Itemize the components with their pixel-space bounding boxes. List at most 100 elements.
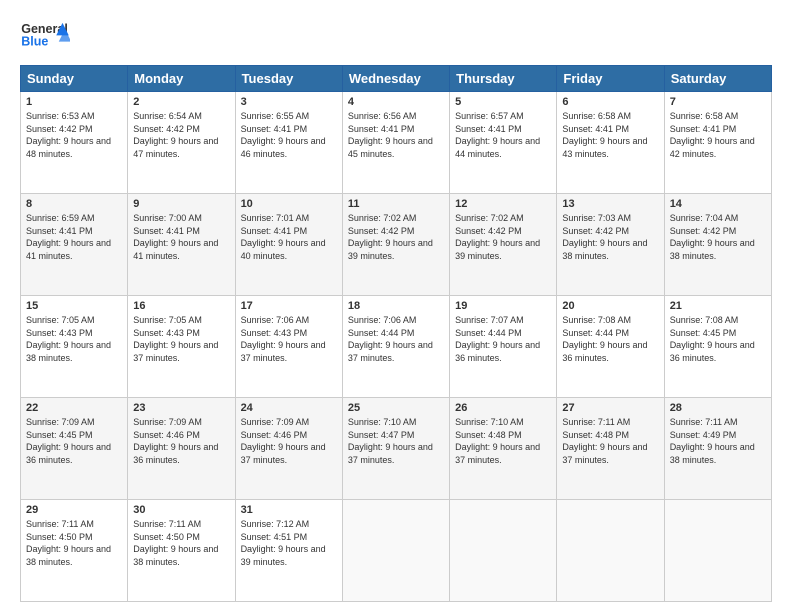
- day-info: Sunrise: 7:02 AMSunset: 4:42 PMDaylight:…: [455, 212, 551, 262]
- day-info: Sunrise: 7:11 AMSunset: 4:48 PMDaylight:…: [562, 416, 658, 466]
- day-info: Sunrise: 7:02 AMSunset: 4:42 PMDaylight:…: [348, 212, 444, 262]
- calendar-cell: 27 Sunrise: 7:11 AMSunset: 4:48 PMDayligh…: [557, 398, 664, 500]
- day-number: 19: [455, 300, 551, 312]
- day-info: Sunrise: 7:04 AMSunset: 4:42 PMDaylight:…: [670, 212, 766, 262]
- day-number: 13: [562, 198, 658, 210]
- weekday-sunday: Sunday: [21, 66, 128, 92]
- day-number: 22: [26, 402, 122, 414]
- day-number: 29: [26, 504, 122, 516]
- calendar-cell: 11 Sunrise: 7:02 AMSunset: 4:42 PMDayligh…: [342, 194, 449, 296]
- week-row-4: 22 Sunrise: 7:09 AMSunset: 4:45 PMDayligh…: [21, 398, 772, 500]
- day-number: 16: [133, 300, 229, 312]
- day-info: Sunrise: 7:12 AMSunset: 4:51 PMDaylight:…: [241, 518, 337, 568]
- day-info: Sunrise: 7:07 AMSunset: 4:44 PMDaylight:…: [455, 314, 551, 364]
- calendar-cell: 9Sunrise: 7:00 AMSunset: 4:41 PMDaylight…: [128, 194, 235, 296]
- calendar-cell: 19 Sunrise: 7:07 AMSunset: 4:44 PMDayligh…: [450, 296, 557, 398]
- calendar-cell: 25 Sunrise: 7:10 AMSunset: 4:47 PMDayligh…: [342, 398, 449, 500]
- day-number: 24: [241, 402, 337, 414]
- day-number: 28: [670, 402, 766, 414]
- header: General Blue: [20, 15, 772, 55]
- day-info: Sunrise: 7:08 AMSunset: 4:45 PMDaylight:…: [670, 314, 766, 364]
- day-number: 8: [26, 198, 122, 210]
- day-info: Sunrise: 6:58 AMSunset: 4:41 PMDaylight:…: [670, 110, 766, 160]
- day-number: 11: [348, 198, 444, 210]
- day-info: Sunrise: 7:09 AMSunset: 4:45 PMDaylight:…: [26, 416, 122, 466]
- calendar-cell: 3 Sunrise: 6:55 AMSunset: 4:41 PMDaylight…: [235, 92, 342, 194]
- day-info: Sunrise: 7:06 AMSunset: 4:44 PMDaylight:…: [348, 314, 444, 364]
- weekday-header-row: SundayMondayTuesdayWednesdayThursdayFrid…: [21, 66, 772, 92]
- calendar-cell: 5 Sunrise: 6:57 AMSunset: 4:41 PMDaylight…: [450, 92, 557, 194]
- day-number: 7: [670, 96, 766, 108]
- week-row-3: 15 Sunrise: 7:05 AMSunset: 4:43 PMDayligh…: [21, 296, 772, 398]
- day-info: Sunrise: 7:01 AMSunset: 4:41 PMDaylight:…: [241, 212, 337, 262]
- day-number: 26: [455, 402, 551, 414]
- day-number: 23: [133, 402, 229, 414]
- day-info: Sunrise: 6:55 AMSunset: 4:41 PMDaylight:…: [241, 110, 337, 160]
- day-number: 4: [348, 96, 444, 108]
- day-info: Sunrise: 7:00 AMSunset: 4:41 PMDaylight:…: [133, 212, 229, 262]
- calendar-cell: 20 Sunrise: 7:08 AMSunset: 4:44 PMDayligh…: [557, 296, 664, 398]
- day-info: Sunrise: 7:10 AMSunset: 4:48 PMDaylight:…: [455, 416, 551, 466]
- calendar-cell: [557, 500, 664, 602]
- weekday-monday: Monday: [128, 66, 235, 92]
- day-number: 21: [670, 300, 766, 312]
- day-number: 20: [562, 300, 658, 312]
- day-number: 5: [455, 96, 551, 108]
- weekday-thursday: Thursday: [450, 66, 557, 92]
- day-number: 27: [562, 402, 658, 414]
- day-info: Sunrise: 6:53 AMSunset: 4:42 PMDaylight:…: [26, 110, 122, 160]
- day-info: Sunrise: 7:05 AMSunset: 4:43 PMDaylight:…: [133, 314, 229, 364]
- calendar-cell: 2 Sunrise: 6:54 AMSunset: 4:42 PMDaylight…: [128, 92, 235, 194]
- calendar-cell: [342, 500, 449, 602]
- day-number: 3: [241, 96, 337, 108]
- day-info: Sunrise: 7:03 AMSunset: 4:42 PMDaylight:…: [562, 212, 658, 262]
- day-info: Sunrise: 7:08 AMSunset: 4:44 PMDaylight:…: [562, 314, 658, 364]
- calendar-cell: 6 Sunrise: 6:58 AMSunset: 4:41 PMDaylight…: [557, 92, 664, 194]
- calendar-cell: 28 Sunrise: 7:11 AMSunset: 4:49 PMDayligh…: [664, 398, 771, 500]
- calendar-cell: 29Sunrise: 7:11 AMSunset: 4:50 PMDayligh…: [21, 500, 128, 602]
- calendar-cell: 14 Sunrise: 7:04 AMSunset: 4:42 PMDayligh…: [664, 194, 771, 296]
- weekday-friday: Friday: [557, 66, 664, 92]
- week-row-1: 1Sunrise: 6:53 AMSunset: 4:42 PMDaylight…: [21, 92, 772, 194]
- calendar-cell: 31 Sunrise: 7:12 AMSunset: 4:51 PMDayligh…: [235, 500, 342, 602]
- day-number: 14: [670, 198, 766, 210]
- calendar-cell: 13 Sunrise: 7:03 AMSunset: 4:42 PMDayligh…: [557, 194, 664, 296]
- calendar-cell: 22 Sunrise: 7:09 AMSunset: 4:45 PMDayligh…: [21, 398, 128, 500]
- calendar-cell: 15Sunrise: 7:05 AMSunset: 4:43 PMDayligh…: [21, 296, 128, 398]
- day-number: 18: [348, 300, 444, 312]
- day-info: Sunrise: 6:54 AMSunset: 4:42 PMDaylight:…: [133, 110, 229, 160]
- calendar-cell: 7 Sunrise: 6:58 AMSunset: 4:41 PMDaylight…: [664, 92, 771, 194]
- calendar-cell: 30 Sunrise: 7:11 AMSunset: 4:50 PMDayligh…: [128, 500, 235, 602]
- calendar-cell: 21 Sunrise: 7:08 AMSunset: 4:45 PMDayligh…: [664, 296, 771, 398]
- day-number: 15: [26, 300, 122, 312]
- calendar-cell: 26 Sunrise: 7:10 AMSunset: 4:48 PMDayligh…: [450, 398, 557, 500]
- day-number: 25: [348, 402, 444, 414]
- day-info: Sunrise: 7:09 AMSunset: 4:46 PMDaylight:…: [241, 416, 337, 466]
- day-info: Sunrise: 7:10 AMSunset: 4:47 PMDaylight:…: [348, 416, 444, 466]
- calendar-cell: 12 Sunrise: 7:02 AMSunset: 4:42 PMDayligh…: [450, 194, 557, 296]
- day-info: Sunrise: 7:11 AMSunset: 4:49 PMDaylight:…: [670, 416, 766, 466]
- logo-area: General Blue: [20, 15, 70, 55]
- day-number: 6: [562, 96, 658, 108]
- day-info: Sunrise: 6:56 AMSunset: 4:41 PMDaylight:…: [348, 110, 444, 160]
- calendar-table: SundayMondayTuesdayWednesdayThursdayFrid…: [20, 65, 772, 602]
- day-number: 31: [241, 504, 337, 516]
- calendar-cell: [664, 500, 771, 602]
- day-info: Sunrise: 7:11 AMSunset: 4:50 PMDaylight:…: [133, 518, 229, 568]
- day-info: Sunrise: 6:58 AMSunset: 4:41 PMDaylight:…: [562, 110, 658, 160]
- calendar-cell: 23Sunrise: 7:09 AMSunset: 4:46 PMDayligh…: [128, 398, 235, 500]
- day-number: 30: [133, 504, 229, 516]
- calendar-cell: 24 Sunrise: 7:09 AMSunset: 4:46 PMDayligh…: [235, 398, 342, 500]
- calendar-cell: [450, 500, 557, 602]
- logo-svg: General Blue: [20, 15, 70, 55]
- day-info: Sunrise: 6:57 AMSunset: 4:41 PMDaylight:…: [455, 110, 551, 160]
- calendar-cell: 4 Sunrise: 6:56 AMSunset: 4:41 PMDaylight…: [342, 92, 449, 194]
- calendar-cell: 17Sunrise: 7:06 AMSunset: 4:43 PMDayligh…: [235, 296, 342, 398]
- weekday-tuesday: Tuesday: [235, 66, 342, 92]
- day-number: 17: [241, 300, 337, 312]
- day-number: 12: [455, 198, 551, 210]
- day-number: 2: [133, 96, 229, 108]
- day-number: 10: [241, 198, 337, 210]
- svg-text:Blue: Blue: [21, 34, 48, 48]
- calendar-cell: 1Sunrise: 6:53 AMSunset: 4:42 PMDaylight…: [21, 92, 128, 194]
